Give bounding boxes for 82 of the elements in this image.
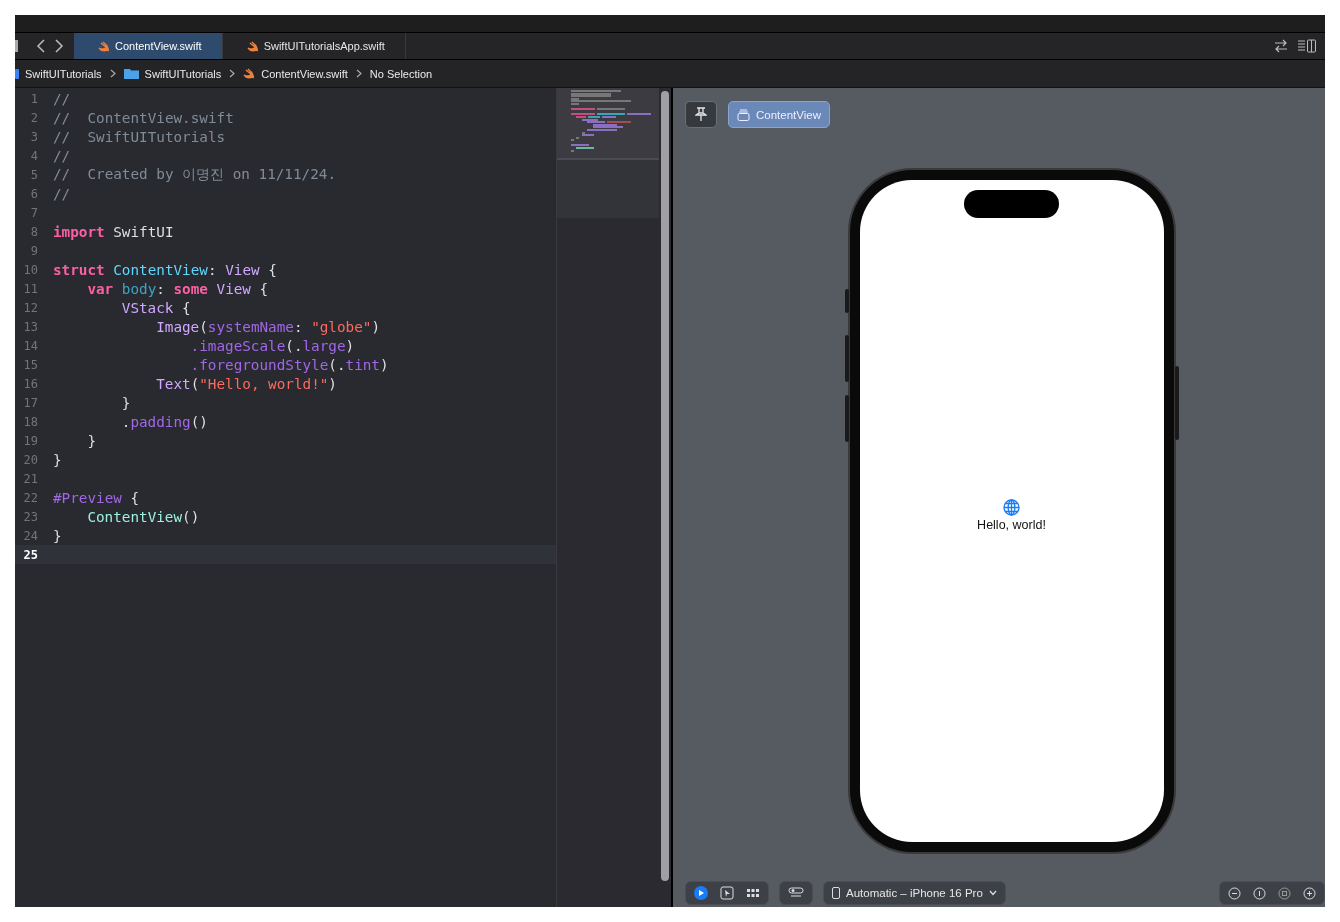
zoom-fit-icon[interactable] bbox=[1278, 886, 1291, 900]
device-dropdown[interactable]: Automatic – iPhone 16 Pro bbox=[823, 881, 1006, 905]
line-number: 6 bbox=[29, 186, 38, 201]
chevron-icon bbox=[355, 69, 362, 78]
code-line: struct ContentView: View { bbox=[53, 261, 277, 278]
code-line: // ContentView.swift bbox=[53, 109, 234, 126]
line-number: 1 bbox=[29, 91, 38, 106]
line-number: 5 bbox=[29, 167, 38, 182]
code-line: } bbox=[87, 432, 96, 449]
pointer-icon[interactable] bbox=[720, 886, 734, 900]
line-number: 15 bbox=[22, 357, 38, 372]
line-number: 10 bbox=[22, 262, 38, 277]
code-line: #Preview { bbox=[53, 489, 140, 506]
scrollbar-thumb[interactable] bbox=[661, 91, 669, 881]
bird-icon bbox=[246, 40, 259, 52]
window-stack-icon bbox=[737, 108, 750, 121]
line-number: 2 bbox=[29, 110, 38, 125]
line-number: 19 bbox=[22, 433, 38, 448]
toggle-icon bbox=[788, 887, 804, 899]
breadcrumb-item[interactable]: ContentView.swift bbox=[261, 67, 348, 80]
swap-arrows-icon[interactable] bbox=[1273, 39, 1289, 53]
line-number: 14 bbox=[22, 338, 38, 353]
line-number: 23 bbox=[22, 509, 38, 524]
chevron-down-icon bbox=[988, 890, 997, 896]
breadcrumb-item[interactable]: SwiftUITutorials bbox=[25, 67, 102, 80]
breadcrumb-item[interactable]: SwiftUITutorials bbox=[144, 67, 222, 80]
chevron-right-icon bbox=[54, 39, 64, 53]
bird-icon bbox=[243, 68, 256, 79]
code-line: } bbox=[121, 394, 131, 411]
globe-icon bbox=[1003, 498, 1020, 516]
pin-icon bbox=[695, 107, 707, 122]
line-number: 20 bbox=[22, 452, 38, 467]
zoom-in-icon[interactable] bbox=[1303, 886, 1316, 900]
line-number: 25 bbox=[22, 547, 38, 562]
file-tab[interactable]: ContentView.swift bbox=[74, 33, 223, 59]
line-number: 12 bbox=[22, 300, 38, 315]
code-line: } bbox=[53, 451, 62, 468]
code-line: .padding() bbox=[121, 413, 208, 430]
project-icon bbox=[15, 67, 19, 80]
line-number: 24 bbox=[22, 528, 38, 543]
code-line: Text("Hello, world!") bbox=[156, 375, 337, 392]
chevron-icon bbox=[229, 69, 236, 78]
grid-icon[interactable] bbox=[746, 886, 760, 900]
code-line: // bbox=[53, 90, 71, 107]
play-icon[interactable] bbox=[694, 886, 708, 900]
editor-options-icon[interactable] bbox=[1297, 39, 1317, 53]
line-number: 8 bbox=[29, 224, 38, 239]
code-line: ContentView() bbox=[87, 508, 200, 525]
code-line: var body: some View { bbox=[87, 280, 269, 297]
file-tab[interactable]: SwiftUITutorialsApp.swift bbox=[222, 33, 406, 59]
line-number: 16 bbox=[22, 376, 38, 391]
line-number: 18 bbox=[22, 414, 38, 429]
bird-icon bbox=[98, 40, 110, 52]
line-number: 9 bbox=[29, 243, 38, 258]
code-line: .imageScale(.large) bbox=[190, 337, 355, 354]
breadcrumb-item[interactable]: No Selection bbox=[369, 67, 433, 80]
code-line: // SwiftUITutorials bbox=[53, 128, 226, 145]
pin-button[interactable] bbox=[685, 101, 717, 128]
code-line: } bbox=[53, 527, 62, 544]
code-line: .foregroundStyle(.tint) bbox=[190, 356, 389, 373]
line-number: 4 bbox=[29, 148, 38, 163]
zoom-out-icon[interactable] bbox=[1228, 886, 1241, 900]
hello-text: Hello, world! bbox=[977, 517, 1046, 532]
code-line: import SwiftUI bbox=[53, 223, 174, 240]
chevron-icon bbox=[109, 69, 116, 78]
code-line: // bbox=[53, 185, 71, 202]
phone-icon bbox=[832, 887, 840, 899]
chevron-left-icon bbox=[36, 39, 46, 53]
actual-size-icon[interactable] bbox=[1253, 886, 1266, 900]
device-settings-button[interactable] bbox=[779, 881, 813, 905]
code-line: Image(systemName: "globe") bbox=[156, 318, 380, 335]
code-line: // bbox=[53, 147, 71, 164]
line-number: 11 bbox=[22, 281, 38, 296]
line-number: 3 bbox=[29, 129, 38, 144]
line-number: 13 bbox=[22, 319, 38, 334]
code-line: VStack { bbox=[121, 299, 191, 316]
line-number: 17 bbox=[22, 395, 38, 410]
line-number: 21 bbox=[22, 471, 38, 486]
line-number: 7 bbox=[29, 205, 38, 220]
line-number: 22 bbox=[22, 490, 38, 505]
code-line: // Created by 이명진 on 11/11/24. bbox=[53, 165, 336, 184]
folder-icon bbox=[123, 68, 139, 79]
